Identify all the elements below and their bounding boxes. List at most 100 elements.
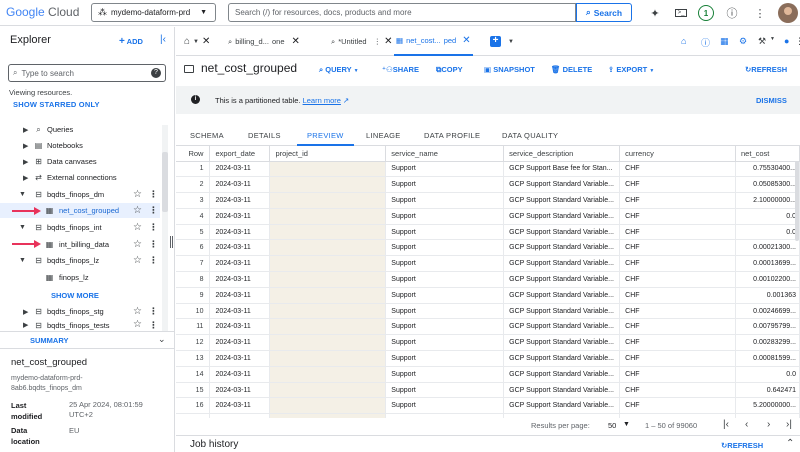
table-row[interactable]: 12 2024-03-11 Support GCP Support Standard …: [176, 334, 800, 352]
more-vert-icon[interactable]: ⋮: [752, 5, 768, 21]
tab-data-quality[interactable]: DATA QUALITY: [502, 131, 558, 146]
expand-icon[interactable]: ▶: [23, 158, 28, 166]
star-icon[interactable]: ☆: [133, 222, 142, 233]
table-row[interactable]: 11 2024-03-11 Support GCP Support Standard …: [176, 318, 800, 336]
more-vert-icon[interactable]: ⋮: [149, 205, 158, 216]
tree-item-bqdts-finops-lz[interactable]: ▼ ⊟ bqdts_finops_lz ☆ ⋮: [0, 253, 160, 268]
column-header-service-name[interactable]: service_name: [385, 146, 505, 162]
summary-toggle[interactable]: SUMMARY ⌄: [0, 331, 174, 349]
share-button[interactable]: ⁺⚇SHARE: [382, 65, 419, 74]
job-history-refresh-button[interactable]: ↻REFRESH: [721, 441, 763, 450]
column-header-service-description[interactable]: service_description: [503, 146, 621, 162]
tree-item-finops-lz[interactable]: ▦ finops_lz: [0, 270, 160, 285]
column-header-net-cost[interactable]: net_cost: [735, 146, 800, 162]
expand-icon[interactable]: ▶: [23, 308, 28, 316]
next-page-icon[interactable]: ›: [767, 419, 770, 430]
copy-button[interactable]: ⧉COPY: [436, 65, 463, 75]
star-icon[interactable]: ☆: [133, 306, 142, 317]
show-more-button[interactable]: SHOW MORE: [51, 291, 99, 300]
new-tab-button[interactable]: +: [490, 36, 501, 47]
chevron-down-icon[interactable]: ▼: [623, 421, 630, 428]
page-size-select[interactable]: 50: [608, 421, 616, 430]
tab-billing-data[interactable]: ⌕ billing_d... one ✕: [228, 27, 300, 56]
tree-item-queries[interactable]: ▶ ⌕ Queries: [0, 122, 160, 137]
tree-item-bqdts-finops-int[interactable]: ▼ ⊟ bqdts_finops_int ☆ ⋮: [0, 220, 160, 235]
column-header-export-date[interactable]: export_date: [209, 146, 271, 162]
collapse-icon[interactable]: ▼: [19, 191, 26, 198]
star-icon[interactable]: ☆: [133, 189, 142, 200]
info-icon[interactable]: ⓘ: [701, 36, 710, 49]
more-vert-icon[interactable]: ⋮: [149, 189, 158, 200]
table-row[interactable]: 15 2024-03-11 Support GCP Support Standard …: [176, 382, 800, 399]
export-button[interactable]: ⇪ EXPORT ▼: [608, 65, 654, 74]
star-icon[interactable]: ☆: [133, 205, 142, 216]
table-row[interactable]: 5 2024-03-11 Support GCP Support Standard V…: [176, 224, 800, 241]
star-icon[interactable]: ☆: [133, 320, 142, 330]
tab-details[interactable]: DETAILS: [248, 131, 281, 146]
last-page-icon[interactable]: ›|: [786, 419, 792, 430]
cloud-shell-icon[interactable]: >_: [673, 5, 689, 21]
more-vert-icon[interactable]: ⋮: [149, 306, 158, 317]
query-button[interactable]: ⌕ QUERY ▼: [319, 65, 359, 75]
table-row[interactable]: 7 2024-03-11 Support GCP Support Standard V…: [176, 255, 800, 273]
expand-icon[interactable]: ▶: [23, 126, 28, 134]
table-row[interactable]: 14 2024-03-11 Support GCP Support Standard …: [176, 366, 800, 383]
expand-icon[interactable]: ▶: [23, 321, 28, 329]
tab-net-cost-grouped[interactable]: ▦ net_cost... ped ✕: [394, 27, 473, 56]
table-row[interactable]: 6 2024-03-11 Support GCP Support Standard V…: [176, 239, 800, 257]
avatar[interactable]: [778, 3, 798, 23]
tree-item-external-connections[interactable]: ▶ ⇄ External connections: [0, 170, 160, 185]
star-icon[interactable]: ☆: [133, 239, 142, 250]
show-starred-only-button[interactable]: SHOW STARRED ONLY: [13, 100, 100, 109]
table-row[interactable]: 10 2024-03-11 Support GCP Support Standard …: [176, 303, 800, 320]
close-icon[interactable]: ✕: [202, 36, 210, 47]
tab-schema[interactable]: SCHEMA: [190, 131, 224, 146]
collapse-icon[interactable]: ▼: [19, 257, 26, 264]
project-selector[interactable]: ⁂ mydemo-dataform-prd ▼: [91, 3, 216, 22]
chevron-up-icon[interactable]: ⌃: [786, 438, 794, 449]
explorer-scrollbar-thumb[interactable]: [162, 152, 168, 212]
table-row[interactable]: 3 2024-03-11 Support GCP Support Standard V…: [176, 192, 800, 209]
more-vert-icon[interactable]: ⋮: [149, 239, 158, 250]
table-row[interactable]: 9 2024-03-11 Support GCP Support Standard V…: [176, 287, 800, 304]
snapshot-button[interactable]: ▣ SNAPSHOT: [484, 65, 535, 74]
delete-button[interactable]: 🗑 DELETE: [551, 65, 592, 74]
more-vert-icon[interactable]: ⋮: [795, 36, 800, 47]
search-input[interactable]: Search (/) for resources, docs, products…: [228, 3, 576, 22]
refresh-button[interactable]: ↻REFRESH: [745, 65, 787, 74]
table-row[interactable]: 8 2024-03-11 Support GCP Support Standard V…: [176, 271, 800, 288]
more-vert-icon[interactable]: ⋮: [374, 37, 382, 46]
tabs-overflow-menu[interactable]: ▼: [508, 27, 514, 56]
google-cloud-logo[interactable]: Google Cloud: [6, 5, 79, 19]
collapse-icon[interactable]: ▼: [19, 224, 26, 231]
settings-icon[interactable]: ⚙: [739, 36, 747, 47]
tab-lineage[interactable]: LINEAGE: [366, 131, 401, 146]
table-row[interactable]: 16 2024-03-11 Support GCP Support Standard …: [176, 397, 800, 415]
add-button[interactable]: + ADD: [119, 36, 143, 47]
explorer-search-input[interactable]: ⌕ Type to search ?: [8, 64, 166, 82]
magic-icon[interactable]: ⚒: [758, 36, 766, 47]
search-button[interactable]: ⌕ Search: [576, 3, 632, 22]
notifications-badge[interactable]: 1: [698, 5, 714, 21]
column-header-currency[interactable]: currency: [619, 146, 736, 162]
bulb-icon[interactable]: ●: [784, 36, 789, 46]
dismiss-button[interactable]: DISMISS: [756, 96, 787, 105]
collapse-panel-icon[interactable]: |‹: [160, 34, 166, 45]
help-icon[interactable]: ?: [151, 68, 161, 78]
column-header-project-id[interactable]: project_id: [269, 146, 387, 162]
table-row[interactable]: 4 2024-03-11 Support GCP Support Standard V…: [176, 208, 800, 225]
help-icon[interactable]: ⓘ: [724, 5, 740, 21]
tree-item-bqdts-finops-dm[interactable]: ▼ ⊟ bqdts_finops_dm ☆ ⋮: [0, 187, 160, 202]
learn-more-link[interactable]: Learn more: [303, 96, 341, 105]
table-row[interactable]: 2 2024-03-11 Support GCP Support Standard V…: [176, 176, 800, 194]
column-header-row[interactable]: Row: [176, 146, 211, 162]
more-vert-icon[interactable]: ⋮: [149, 255, 158, 266]
gemini-icon[interactable]: ✦: [647, 5, 663, 21]
tab-preview[interactable]: PREVIEW: [297, 131, 354, 146]
expand-icon[interactable]: ▶: [23, 174, 28, 182]
prev-page-icon[interactable]: ‹: [745, 419, 748, 430]
tab-home[interactable]: ⌂ ▼ ✕: [184, 27, 210, 56]
chevron-down-icon[interactable]: ▼: [770, 36, 775, 42]
close-icon[interactable]: ✕: [384, 36, 392, 47]
close-icon[interactable]: ✕: [462, 35, 470, 46]
